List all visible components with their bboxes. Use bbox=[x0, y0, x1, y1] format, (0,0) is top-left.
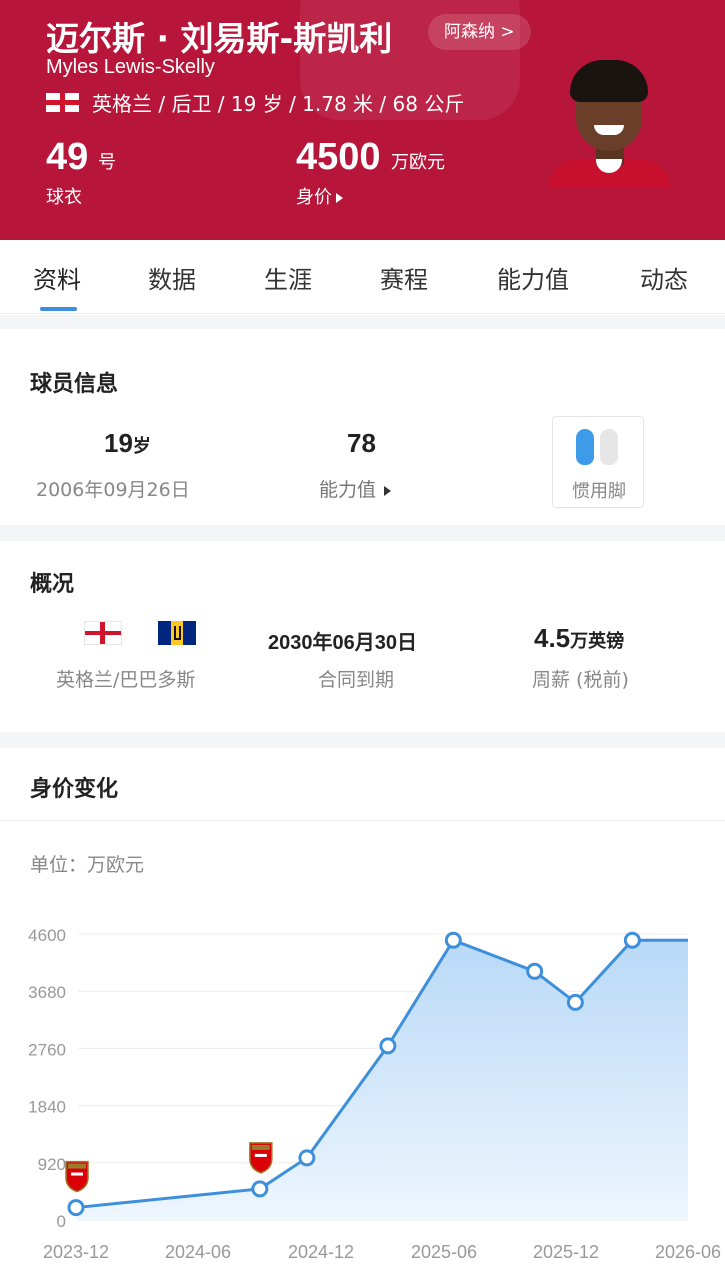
tab-schedule[interactable]: 赛程 bbox=[380, 260, 428, 295]
tab-career[interactable]: 生涯 bbox=[264, 260, 312, 295]
x-tick-label: 2024-12 bbox=[288, 1242, 354, 1262]
preferred-foot-card: 惯用脚 bbox=[552, 416, 644, 508]
y-tick-label: 0 bbox=[57, 1212, 66, 1231]
section-divider bbox=[0, 732, 725, 748]
england-flag-icon bbox=[46, 93, 79, 112]
data-point bbox=[67, 1199, 85, 1217]
weekly-wage-label: 周薪 (税前) bbox=[532, 669, 629, 691]
ability-value: 78 bbox=[347, 428, 376, 458]
x-tick-label: 2025-12 bbox=[533, 1242, 599, 1262]
market-value-link[interactable]: 身价 bbox=[296, 183, 343, 209]
birthdate: 2006年09月26日 bbox=[36, 479, 190, 501]
section-divider bbox=[0, 525, 725, 541]
shirt-number: 49 bbox=[46, 136, 89, 178]
data-point bbox=[623, 931, 641, 949]
value-change-title: 身价变化 bbox=[30, 777, 119, 802]
arsenal-badge-icon bbox=[65, 1160, 89, 1193]
ability-label: 能力值 bbox=[319, 479, 377, 501]
market-value-label: 身价 bbox=[296, 187, 332, 208]
y-tick-label: 3680 bbox=[28, 983, 66, 1002]
tab-profile[interactable]: 资料 bbox=[33, 260, 81, 295]
contract-date: 2030年06月30日 bbox=[268, 632, 417, 654]
chart-unit-label: 单位：万欧元 bbox=[30, 854, 145, 876]
weekly-wage: 4.5万英镑 bbox=[534, 623, 625, 653]
x-tick-label: 2024-06 bbox=[165, 1242, 231, 1262]
player-name-cn: 迈尔斯 · 刘易斯-斯凯利 bbox=[46, 19, 393, 58]
data-point bbox=[251, 1180, 269, 1198]
shirt-label: 球衣 bbox=[46, 187, 82, 208]
section-divider bbox=[0, 315, 725, 329]
data-point bbox=[566, 993, 584, 1011]
market-value-chart: 4600 3680 2760 1840 920 0 2023-12 2024-06 2024-1… bbox=[28, 926, 721, 1262]
data-point bbox=[298, 1149, 316, 1167]
tab-active-indicator bbox=[40, 307, 77, 311]
x-tick-label: 2023-12 bbox=[43, 1242, 109, 1262]
title-divider bbox=[0, 820, 725, 821]
player-info-title: 球员信息 bbox=[30, 372, 119, 397]
arsenal-badge-icon bbox=[249, 1142, 273, 1174]
nationality: 英格兰/巴巴多斯 bbox=[56, 669, 196, 691]
x-tick-label: 2025-06 bbox=[411, 1242, 477, 1262]
data-point bbox=[379, 1037, 397, 1055]
y-tick-label: 1840 bbox=[28, 1098, 66, 1117]
caret-right-icon bbox=[384, 485, 392, 496]
england-flag-icon bbox=[84, 621, 122, 645]
tab-ability[interactable]: 能力值 bbox=[497, 260, 569, 295]
data-point bbox=[444, 931, 462, 949]
y-tick-label: 2760 bbox=[28, 1040, 66, 1059]
preferred-foot-label: 惯用脚 bbox=[572, 481, 626, 502]
left-foot-icon bbox=[576, 429, 594, 465]
player-header: 迈尔斯 · 刘易斯-斯凯利 阿森纳 > Myles Lewis-Skelly 英… bbox=[0, 0, 725, 240]
market-value-number: 4500 bbox=[296, 136, 381, 178]
x-tick-label: 2026-06 bbox=[655, 1242, 721, 1262]
barbados-flag-icon bbox=[158, 621, 197, 645]
player-photo bbox=[548, 55, 670, 187]
shirt-number-unit: 号 bbox=[98, 152, 116, 173]
y-tick-label: 920 bbox=[38, 1155, 66, 1174]
ability-link[interactable]: 能力值 bbox=[319, 475, 392, 502]
data-point bbox=[526, 962, 544, 980]
value-area bbox=[76, 940, 688, 1220]
club-link-button[interactable]: 阿森纳 > bbox=[428, 14, 531, 50]
tab-news[interactable]: 动态 bbox=[640, 260, 688, 295]
tab-stats[interactable]: 数据 bbox=[148, 260, 196, 295]
tab-bar: 资料 数据 生涯 赛程 能力值 动态 bbox=[0, 240, 725, 314]
overview-title: 概况 bbox=[30, 572, 75, 597]
y-tick-label: 4600 bbox=[28, 926, 66, 945]
player-name-en: Myles Lewis-Skelly bbox=[46, 56, 215, 78]
right-foot-icon bbox=[600, 429, 618, 465]
caret-right-icon bbox=[336, 193, 343, 203]
market-value-unit: 万欧元 bbox=[391, 152, 445, 173]
age-value: 19岁 bbox=[104, 428, 151, 458]
contract-label: 合同到期 bbox=[318, 669, 395, 691]
player-meta: 英格兰 / 后卫 / 19 岁 / 1.78 米 / 68 公斤 bbox=[92, 92, 465, 116]
